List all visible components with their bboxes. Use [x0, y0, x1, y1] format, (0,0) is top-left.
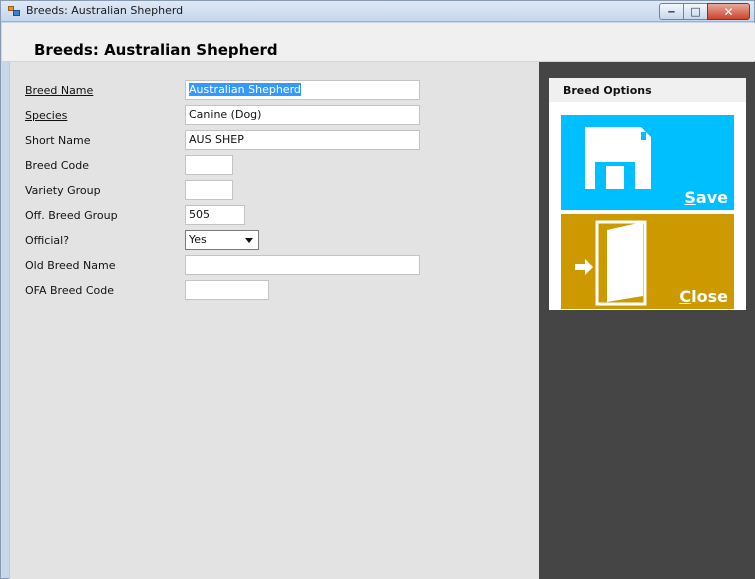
close-icon: ✕: [723, 5, 734, 19]
breed-code-input[interactable]: [185, 155, 233, 175]
save-button[interactable]: Save: [561, 115, 734, 210]
title-bar[interactable]: Breeds: Australian Shepherd ‒ □ ✕: [1, 1, 754, 22]
old-breed-name-label: Old Breed Name: [25, 259, 116, 272]
minimize-icon: ‒: [667, 5, 676, 18]
breed-options-header: Breed Options: [549, 78, 746, 102]
old-breed-name-input[interactable]: [185, 255, 420, 275]
short-name-label: Short Name: [25, 134, 91, 147]
official-value: Yes: [189, 233, 207, 246]
breed-code-label: Breed Code: [25, 159, 90, 172]
breed-name-input[interactable]: Australian Shepherd: [185, 80, 420, 100]
form-header: Breeds: Australian Shepherd: [2, 23, 755, 61]
save-button-label: Save: [684, 188, 728, 207]
breed-options-panel: Breed Options Save Close: [539, 62, 755, 579]
close-window-button[interactable]: ✕: [707, 3, 750, 20]
breed-name-label: Breed Name: [25, 84, 94, 97]
breed-options-body: Save Close: [549, 102, 746, 310]
species-label: Species: [25, 109, 68, 122]
minimize-button[interactable]: ‒: [659, 3, 684, 20]
maximize-icon: □: [690, 5, 701, 18]
off-breed-group-label: Off. Breed Group: [25, 209, 118, 222]
official-select[interactable]: Yes: [185, 230, 259, 250]
close-button-label: Close: [679, 287, 728, 306]
app-icon: [8, 6, 20, 17]
ofa-breed-code-input[interactable]: [185, 280, 269, 300]
ofa-breed-code-label: OFA Breed Code: [25, 284, 114, 297]
app-window: Breeds: Australian Shepherd ‒ □ ✕ Breeds…: [0, 0, 755, 579]
window-controls: ‒ □ ✕: [659, 3, 750, 20]
official-label: Official?: [25, 234, 70, 247]
breed-options-title: Breed Options: [563, 84, 652, 97]
maximize-button[interactable]: □: [683, 3, 708, 20]
variety-group-input[interactable]: [185, 180, 233, 200]
variety-group-label: Variety Group: [25, 184, 101, 197]
chevron-down-icon: [245, 238, 253, 243]
close-button[interactable]: Close: [561, 214, 734, 309]
short-name-input[interactable]: AUS SHEP: [185, 130, 420, 150]
page-title: Breeds: Australian Shepherd: [34, 41, 278, 59]
window-title: Breeds: Australian Shepherd: [26, 4, 184, 17]
off-breed-group-input[interactable]: 505: [185, 205, 245, 225]
species-input[interactable]: Canine (Dog): [185, 105, 420, 125]
breed-name-value: Australian Shepherd: [189, 83, 301, 96]
